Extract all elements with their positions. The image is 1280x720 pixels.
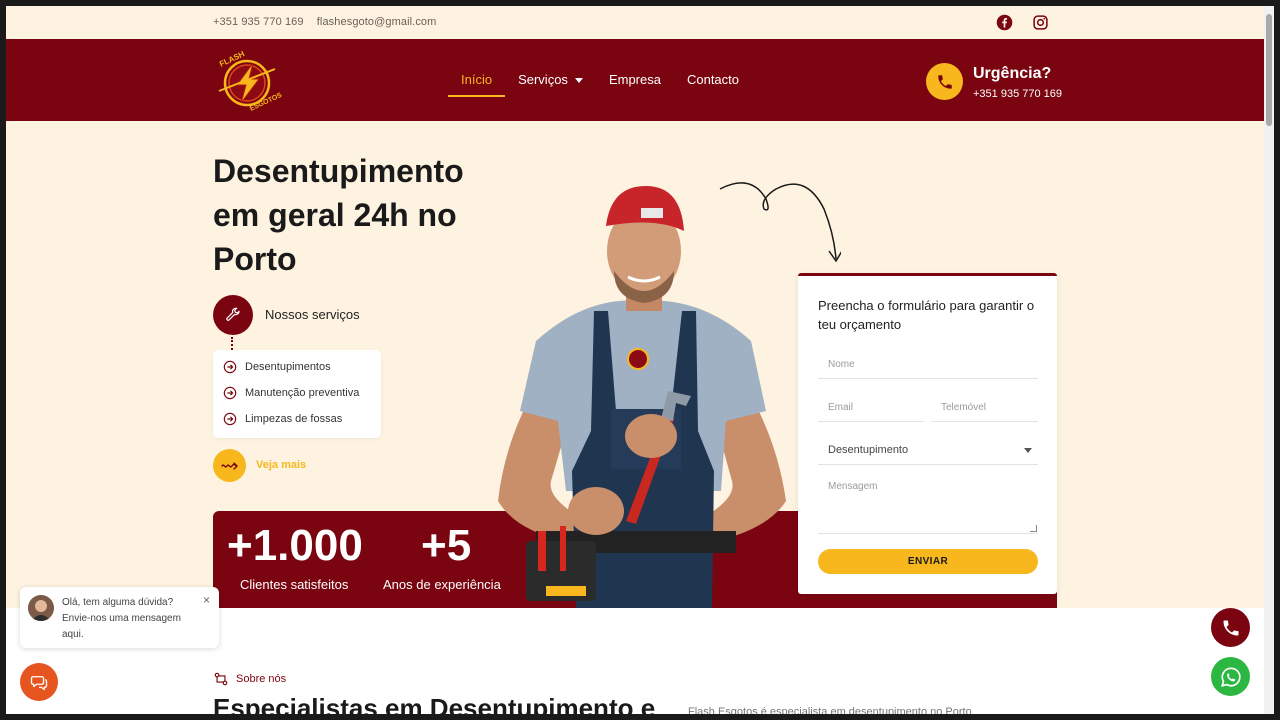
service-limpezas: Limpezas de fossas <box>245 413 343 425</box>
list-item[interactable]: Desentupimentos <box>223 360 331 374</box>
phone-icon <box>937 74 952 89</box>
about-tag-label: Sobre nós <box>236 673 287 685</box>
urgency-phone-button[interactable] <box>926 63 963 100</box>
nav-inicio-label: Início <box>461 72 493 87</box>
instagram-icon[interactable] <box>1032 14 1049 31</box>
facebook-icon[interactable] <box>996 14 1013 31</box>
form-title: Preencha o formulário para garantir o te… <box>818 298 1035 332</box>
message-field[interactable]: Mensagem <box>818 481 1038 534</box>
scrollbar-thumb[interactable] <box>1266 14 1272 126</box>
avatar <box>28 595 54 621</box>
arrow-circle-right-icon <box>223 412 237 426</box>
top-contact-bar: +351 935 770 169 flashesgoto@gmail.com <box>6 6 1264 39</box>
page-scrollbar[interactable] <box>1264 6 1274 714</box>
quote-form: Preencha o formulário para garantir o te… <box>798 273 1057 594</box>
arrow-circle-right-icon <box>223 386 237 400</box>
message-placeholder: Mensagem <box>828 481 878 492</box>
veja-mais-button[interactable] <box>213 449 246 482</box>
wrench-icon <box>226 307 240 321</box>
floating-call-button[interactable] <box>1211 608 1250 647</box>
email-field[interactable]: Email <box>818 402 924 422</box>
about-heading: Especialistas em Desentupimento e <box>213 693 656 714</box>
top-contact-info: +351 935 770 169 flashesgoto@gmail.com <box>213 16 436 28</box>
submit-button[interactable]: ENVIAR <box>818 549 1038 574</box>
stat-clients-label: Clientes satisfeitos <box>240 577 349 592</box>
squiggle-arrow-icon <box>220 461 238 470</box>
service-select[interactable]: Desentupimento <box>818 444 1038 465</box>
stat-clients-value: +1.000 <box>227 521 363 570</box>
browser-viewport: +351 935 770 169 flashesgoto@gmail.com F… <box>6 6 1274 714</box>
decorative-arrow <box>719 182 841 263</box>
main-header: FLASH ESGOTOS Início Serviços Empresa Co… <box>6 39 1264 121</box>
chevron-down-icon <box>1024 448 1032 453</box>
top-phone-link[interactable]: +351 935 770 169 <box>213 16 304 28</box>
chat-launcher-button[interactable] <box>20 663 58 701</box>
nav-inicio[interactable]: Início <box>448 72 506 97</box>
veja-mais-link[interactable]: Veja mais <box>256 459 306 471</box>
arrow-circle-right-icon <box>223 360 237 374</box>
whatsapp-icon <box>1220 666 1241 687</box>
name-field[interactable]: Nome <box>818 359 1038 379</box>
nav-empresa-label: Empresa <box>608 72 661 87</box>
chat-greeting-bubble[interactable]: Olá, tem alguma dúvida? Envie-nos uma me… <box>20 587 219 648</box>
services-badge <box>213 295 253 335</box>
services-label: Nossos serviços <box>265 307 360 322</box>
agent-avatar-icon <box>28 595 54 621</box>
main-nav: Início Serviços Empresa Contacto <box>448 73 752 97</box>
nav-servicos-label: Serviços <box>518 72 568 87</box>
nav-servicos[interactable]: Serviços <box>505 73 596 97</box>
chevron-down-icon <box>574 78 583 84</box>
floating-whatsapp-button[interactable] <box>1211 657 1250 696</box>
nav-empresa[interactable]: Empresa <box>596 73 674 97</box>
hero-title: Desentupimento em geral 24h no Porto <box>213 153 464 277</box>
about-text: Flash Esgotos é especialista em desentup… <box>688 706 972 714</box>
chat-icon <box>30 676 48 691</box>
list-item[interactable]: Limpezas de fossas <box>223 412 342 426</box>
flash-esgotos-logo[interactable]: FLASH ESGOTOS <box>211 47 283 115</box>
page: +351 935 770 169 flashesgoto@gmail.com F… <box>6 6 1264 714</box>
list-item[interactable]: Manutenção preventiva <box>223 386 359 400</box>
nav-contacto-label: Contacto <box>686 72 740 87</box>
urgency-phone[interactable]: +351 935 770 169 <box>973 88 1062 100</box>
service-manutencao: Manutenção preventiva <box>245 387 360 399</box>
service-select-value: Desentupimento <box>828 444 909 456</box>
hero-section: Desentupimento em geral 24h no Porto Nos… <box>6 121 1264 608</box>
close-icon[interactable]: × <box>203 594 210 606</box>
urgency-title: Urgência? <box>973 65 1052 82</box>
phone-field[interactable]: Telemóvel <box>931 402 1038 422</box>
services-list: Desentupimentos Manutenção preventiva Li… <box>213 350 381 438</box>
resize-handle[interactable] <box>1030 525 1037 532</box>
stat-years-value: +5 <box>421 521 472 570</box>
nav-contacto[interactable]: Contacto <box>674 73 752 97</box>
about-tag: Sobre nós <box>214 672 286 686</box>
top-email-link[interactable]: flashesgoto@gmail.com <box>317 16 437 28</box>
chat-message: Olá, tem alguma dúvida? Envie-nos uma me… <box>62 597 181 640</box>
pipe-icon <box>214 672 228 686</box>
service-desentupimentos: Desentupimentos <box>245 361 331 373</box>
phone-icon <box>1223 620 1238 635</box>
